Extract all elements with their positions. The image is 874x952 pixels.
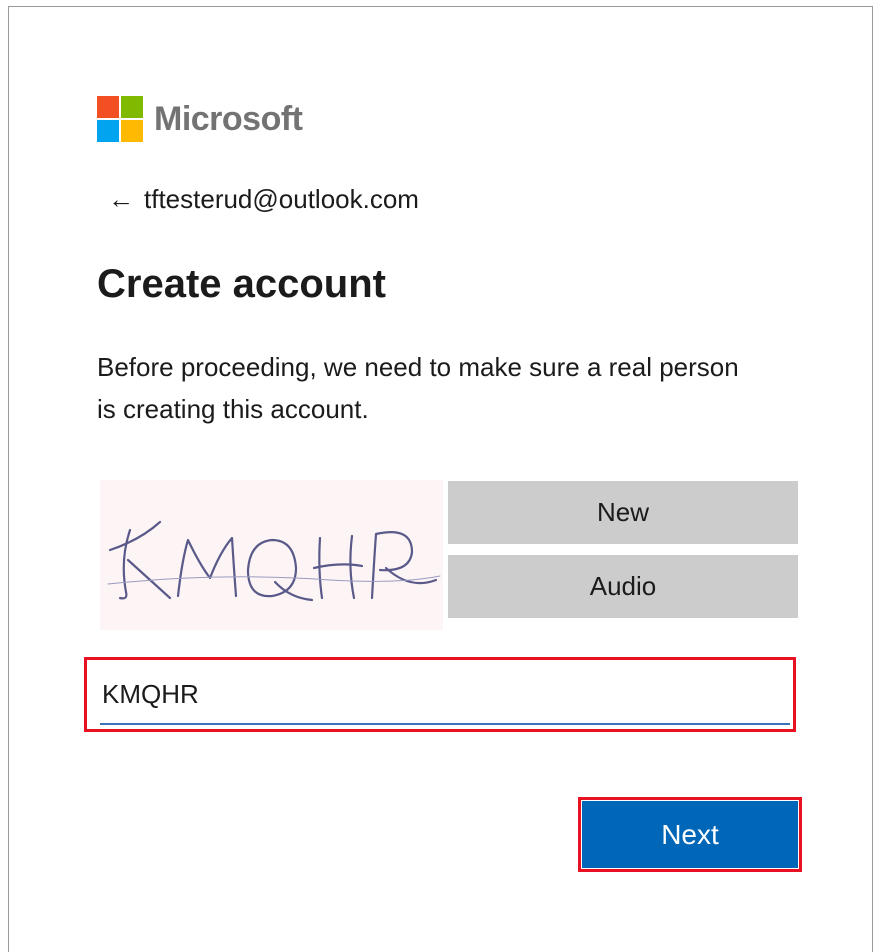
captcha-image — [100, 480, 443, 630]
logo-square-red — [97, 96, 119, 118]
brand-name: Microsoft — [154, 99, 303, 138]
back-arrow-icon[interactable]: ← — [108, 184, 138, 215]
next-button[interactable]: Next — [582, 801, 798, 868]
logo-square-green — [121, 96, 143, 118]
captcha-input[interactable] — [100, 665, 790, 725]
identity-email: tftesterud@outlook.com — [144, 184, 419, 214]
captcha-audio-button[interactable]: Audio — [448, 555, 798, 618]
microsoft-logo: Microsoft — [97, 95, 303, 143]
windows-logo-icon — [97, 96, 143, 142]
captcha-new-button[interactable]: New — [448, 481, 798, 544]
page-description: Before proceeding, we need to make sure … — [97, 352, 739, 424]
logo-square-blue — [97, 120, 119, 142]
logo-square-yellow — [121, 120, 143, 142]
page-title: Create account — [97, 262, 386, 306]
identity-banner: ← tftesterud@outlook.com — [108, 184, 419, 215]
